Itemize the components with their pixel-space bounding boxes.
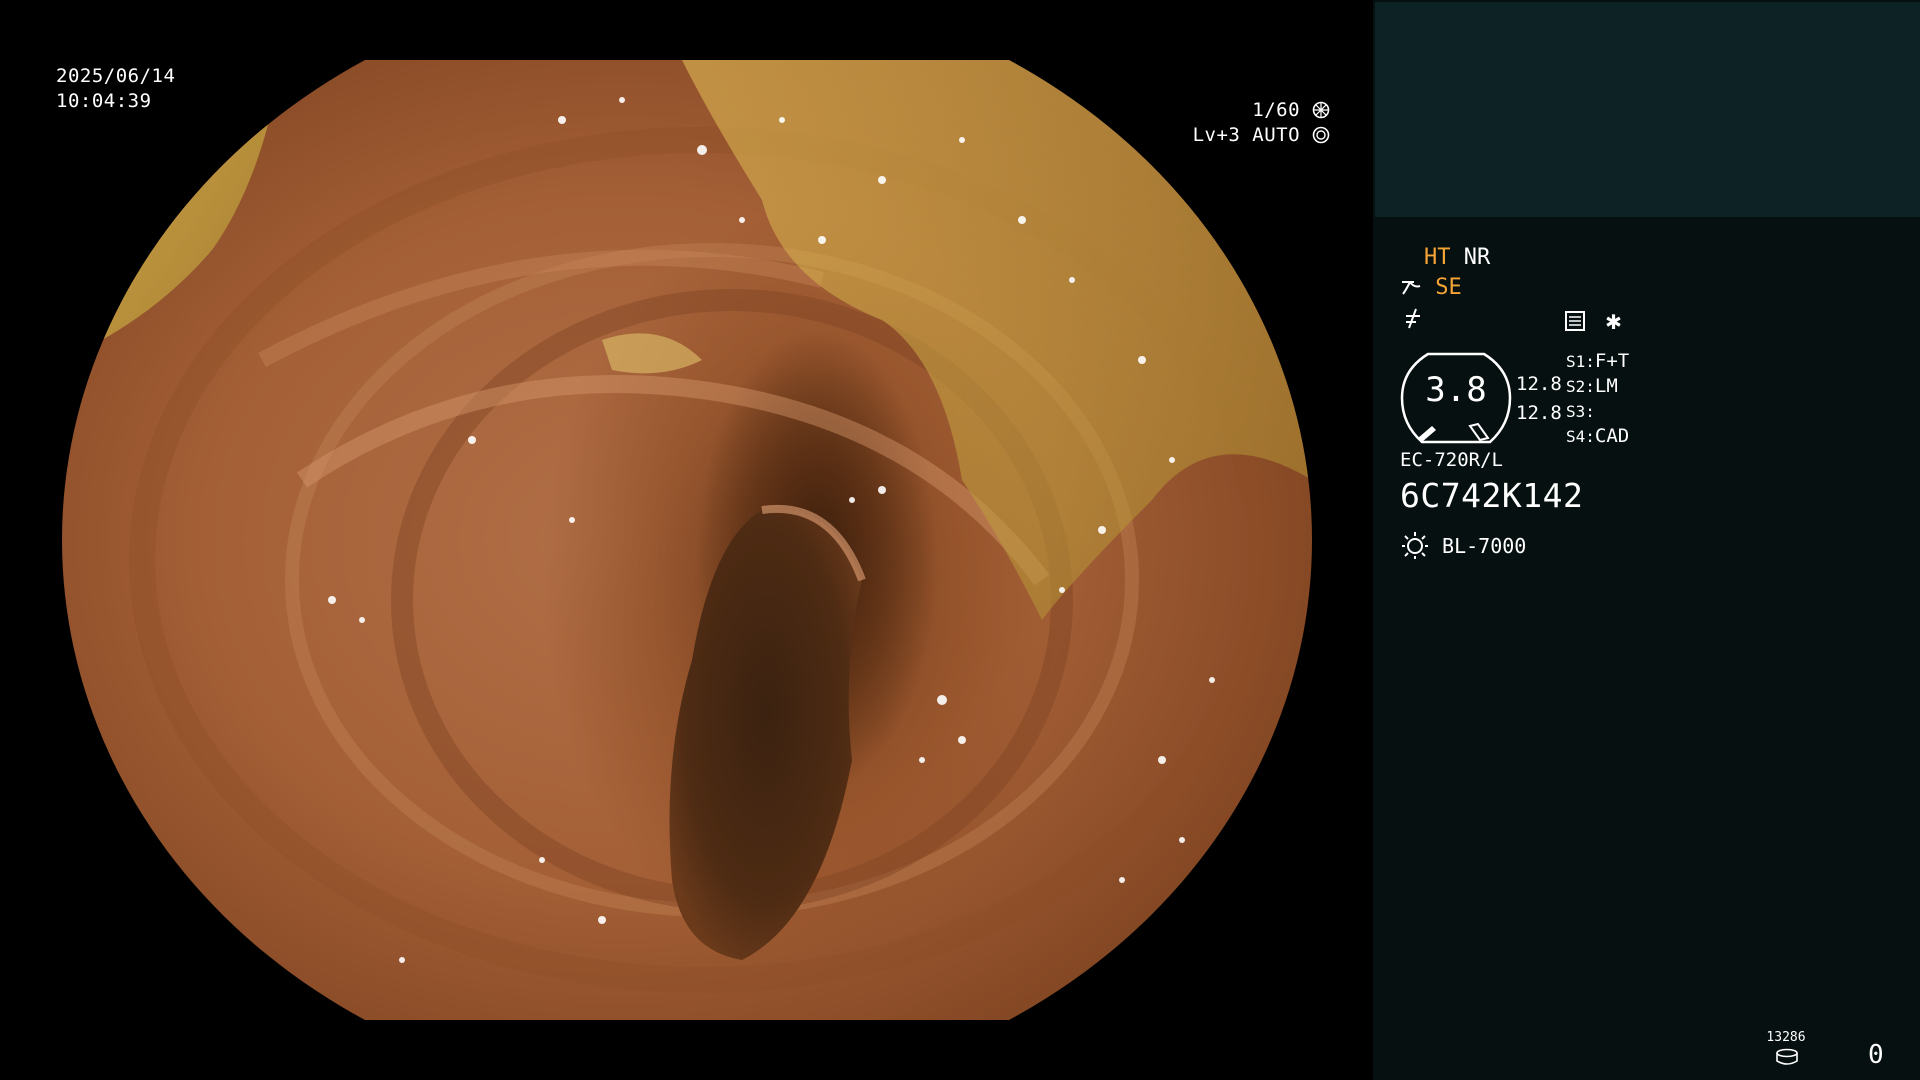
color-tone-icon-row	[1402, 306, 1424, 334]
endoscope-image	[62, 60, 1312, 1020]
scope-model: EC-720R/L	[1400, 449, 1503, 471]
iris-icon	[1312, 126, 1330, 144]
capture-date: 2025/06/14	[56, 65, 176, 87]
exposure-mode: AUTO	[1252, 124, 1301, 146]
colon-lumen-illustration	[62, 60, 1312, 993]
mode-se: SE	[1435, 275, 1462, 300]
scope-serial: 6C742K142	[1400, 476, 1584, 515]
switch-key: S2:	[1566, 377, 1595, 396]
switch-row: S1:F+T	[1566, 349, 1629, 374]
switch-key: S1:	[1566, 352, 1595, 371]
status-icons: ✱	[1564, 306, 1622, 336]
gauge-value: 3.8	[1425, 370, 1487, 410]
mode-row-2: SE	[1400, 274, 1462, 302]
asterisk-icon: ✱	[1605, 306, 1622, 336]
shutter-speed: 1/60	[1252, 99, 1301, 121]
light-source-icon	[1402, 532, 1428, 559]
switch-list: S1:F+T S2:LM S3: S4:CAD	[1566, 349, 1629, 449]
capture-time: 10:04:39	[56, 90, 152, 112]
switch-row: S3:	[1566, 399, 1629, 424]
mode-nr: NR	[1463, 245, 1491, 270]
mode-row-1: HT NR	[1424, 244, 1490, 272]
exposure-level: Lv+3	[1192, 124, 1241, 146]
exposure-info: 1/60 Lv+3 AUTO	[1180, 98, 1330, 148]
switch-value: F+T	[1594, 350, 1630, 372]
switch-value: CAD	[1594, 425, 1630, 447]
switch-key: S4:	[1566, 427, 1595, 446]
light-source-row: BL-7000	[1400, 530, 1526, 560]
image-count: 13286	[1766, 1030, 1806, 1045]
switch-key: S3:	[1566, 402, 1595, 421]
capture-datetime: 2025/06/14 10:04:39	[56, 64, 175, 114]
storage-icon-wrap	[1775, 1048, 1799, 1070]
light-source-model: BL-7000	[1442, 534, 1527, 558]
switch-value: LM	[1594, 375, 1618, 397]
gauge-value-upper: 12.8	[1516, 373, 1562, 395]
gauge-value-lower: 12.8	[1516, 402, 1562, 424]
gauge-side-values: 12.8 12.8	[1516, 370, 1562, 428]
color-tone-icon	[1406, 308, 1420, 329]
switch-row: S2:LM	[1566, 374, 1629, 399]
shutter-icon	[1312, 101, 1330, 119]
storage-index: 0	[1868, 1040, 1884, 1070]
database-icon	[1776, 1048, 1798, 1065]
preview-area	[1375, 2, 1920, 217]
zoom-gauge: 3.8	[1398, 350, 1514, 446]
switch-row: S4:CAD	[1566, 424, 1629, 449]
enhance-icon	[1402, 281, 1421, 295]
memory-icon	[1565, 311, 1585, 331]
mode-ht: HT	[1424, 245, 1451, 270]
